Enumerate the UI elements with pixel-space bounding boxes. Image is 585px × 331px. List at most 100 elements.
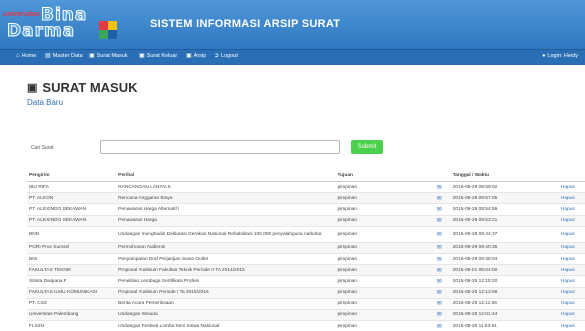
logo-word-darma: Darma	[7, 21, 75, 41]
list-icon: ▤	[45, 53, 51, 59]
col-header-perihal[interactable]: Perihal	[116, 169, 335, 182]
mail-icon[interactable]: ✉	[437, 290, 442, 296]
delete-link[interactable]: Hapus	[561, 290, 575, 295]
nav-arsip[interactable]: ▣ Arsip	[186, 53, 206, 59]
table-row: BNNUndangan menghadiri Deklarasi Gerakan…	[27, 226, 585, 242]
page-title-text: SURAT MASUK	[42, 80, 137, 95]
mail-icon[interactable]: ✉	[437, 312, 442, 318]
cell-tanggal: 2015-08-25 12:13:08	[451, 287, 559, 298]
cell-perihal: Permohonan Audiensi	[116, 242, 335, 253]
search-label: Cari Surat	[31, 145, 54, 151]
table-row: Universitas PalembangUndangan Wisudapimp…	[27, 309, 585, 320]
cell-tujuan: pimpinan	[336, 309, 435, 320]
cell-mail[interactable]: ✉	[435, 253, 451, 264]
mail-icon[interactable]: ✉	[437, 301, 442, 307]
search-input[interactable]	[100, 140, 340, 154]
cell-tanggal: 2015-08-25 12:15:20	[451, 276, 559, 287]
cell-pengirim: PT. ALKON	[27, 193, 116, 204]
cell-mail[interactable]: ✉	[435, 321, 451, 331]
cell-tujuan: pimpinan	[336, 204, 435, 215]
nav-master-data[interactable]: ▤ Master Data	[45, 53, 83, 59]
delete-link[interactable]: Hapus	[561, 312, 575, 317]
cell-pengirim: Stiinta Dwipana F	[27, 276, 116, 287]
delete-link[interactable]: Hapus	[561, 268, 575, 273]
cell-tanggal: 2015-09-29 09:40:35	[451, 242, 559, 253]
cell-mail[interactable]: ✉	[435, 309, 451, 320]
nav-surat-keluar-label: Surat Keluar	[147, 53, 178, 59]
cell-tanggal: 2015-09-29 09:54:56	[451, 204, 559, 215]
cell-perihal: Penawaran Harga	[116, 215, 335, 226]
delete-link[interactable]: Hapus	[561, 185, 575, 190]
delete-link[interactable]: Hapus	[561, 196, 575, 201]
cell-tujuan: pimpinan	[336, 242, 435, 253]
cell-hapus: Hapus	[559, 309, 585, 320]
logout-icon: ➲	[214, 53, 219, 59]
cell-hapus: Hapus	[559, 253, 585, 264]
nav-surat-masuk-label: Surat Masuk	[97, 53, 128, 59]
nav-home[interactable]: ⌂ Home	[16, 53, 36, 59]
mail-icon[interactable]: ✉	[437, 218, 442, 224]
cell-hapus: Hapus	[559, 193, 585, 204]
cell-tujuan: pimpinan	[336, 182, 435, 193]
cell-pengirim: BNI	[27, 253, 116, 264]
cell-perihal: Berita Acara Pemeriksaan	[116, 298, 335, 309]
table-header-row: Pengirim Perihal Tujuan Tanggal / Waktu	[27, 169, 585, 182]
delete-link[interactable]: Hapus	[561, 232, 575, 237]
cell-mail[interactable]: ✉	[435, 226, 451, 242]
mail-icon[interactable]: ✉	[437, 207, 442, 213]
mail-icon[interactable]: ✉	[437, 185, 442, 191]
cell-perihal: Undangan menghadiri Deklarasi Gerakan Na…	[116, 226, 335, 242]
delete-link[interactable]: Hapus	[561, 207, 575, 212]
submit-button[interactable]: Submit	[351, 140, 383, 154]
nav-logout[interactable]: ➲ Logout	[214, 53, 238, 59]
cell-tujuan: pimpinan	[336, 193, 435, 204]
cell-pengirim: FLS2N	[27, 321, 116, 331]
nav-surat-keluar[interactable]: ▣ Surat Keluar	[139, 53, 177, 59]
cell-mail[interactable]: ✉	[435, 287, 451, 298]
surat-masuk-table: Pengirim Perihal Tujuan Tanggal / Waktu …	[27, 169, 585, 331]
col-header-tujuan[interactable]: Tujuan	[336, 169, 435, 182]
table-row: FLS2NUndangan Festival Lomba Seni Siswa …	[27, 321, 585, 331]
table-row: PGRI Prov SumselPermohonan Audiensipimpi…	[27, 242, 585, 253]
delete-link[interactable]: Hapus	[561, 218, 575, 223]
col-header-tanggal[interactable]: Tanggal / Waktu	[451, 169, 559, 182]
cell-hapus: Hapus	[559, 276, 585, 287]
cell-pengirim: FAKULTAS TEKNIK	[27, 265, 116, 276]
login-user[interactable]: ● Login: Heidy	[542, 53, 578, 59]
mail-icon[interactable]: ✉	[437, 257, 442, 263]
cell-hapus: Hapus	[559, 265, 585, 276]
cell-hapus: Hapus	[559, 215, 585, 226]
cell-mail[interactable]: ✉	[435, 242, 451, 253]
mail-icon[interactable]: ✉	[437, 232, 442, 238]
col-header-pengirim[interactable]: Pengirim	[27, 169, 116, 182]
delete-link[interactable]: Hapus	[561, 245, 575, 250]
cell-mail[interactable]: ✉	[435, 265, 451, 276]
cell-tujuan: pimpinan	[336, 253, 435, 264]
table-row: Stiinta Dwipana FPenelitian Lembaga Sert…	[27, 276, 585, 287]
nav-surat-masuk[interactable]: ▣ Surat Masuk	[89, 53, 128, 59]
cell-tanggal: 2015-08-25 11:53:51	[451, 321, 559, 331]
mail-icon[interactable]: ✉	[437, 268, 442, 274]
table-row: PT. ALEXINDO SEKAWANPenawaran Harga Alte…	[27, 204, 585, 215]
cell-pengirim: PT. ALEXINDO SEKAWAN	[27, 215, 116, 226]
mail-icon[interactable]: ✉	[437, 196, 442, 202]
cell-mail[interactable]: ✉	[435, 276, 451, 287]
cell-perihal: Proposal Yudisium Fakultas Teknik Period…	[116, 265, 335, 276]
cell-pengirim: PT. CSS	[27, 298, 116, 309]
cell-mail[interactable]: ✉	[435, 193, 451, 204]
cell-pengirim: Universitas Palembang	[27, 309, 116, 320]
cell-hapus: Hapus	[559, 321, 585, 331]
mail-icon[interactable]: ✉	[437, 245, 442, 251]
delete-link[interactable]: Hapus	[561, 279, 575, 284]
cell-tujuan: pimpinan	[336, 215, 435, 226]
delete-link[interactable]: Hapus	[561, 257, 575, 262]
cell-mail[interactable]: ✉	[435, 298, 451, 309]
mail-icon[interactable]: ✉	[437, 279, 442, 285]
cell-mail[interactable]: ✉	[435, 182, 451, 193]
delete-link[interactable]: Hapus	[561, 324, 575, 329]
cell-mail[interactable]: ✉	[435, 215, 451, 226]
cell-mail[interactable]: ✉	[435, 204, 451, 215]
delete-link[interactable]: Hapus	[561, 301, 575, 306]
logo[interactable]: universitas Bina Darma	[3, 8, 123, 44]
table-row: FAKULTAS TEKNIKProposal Yudisium Fakulta…	[27, 265, 585, 276]
